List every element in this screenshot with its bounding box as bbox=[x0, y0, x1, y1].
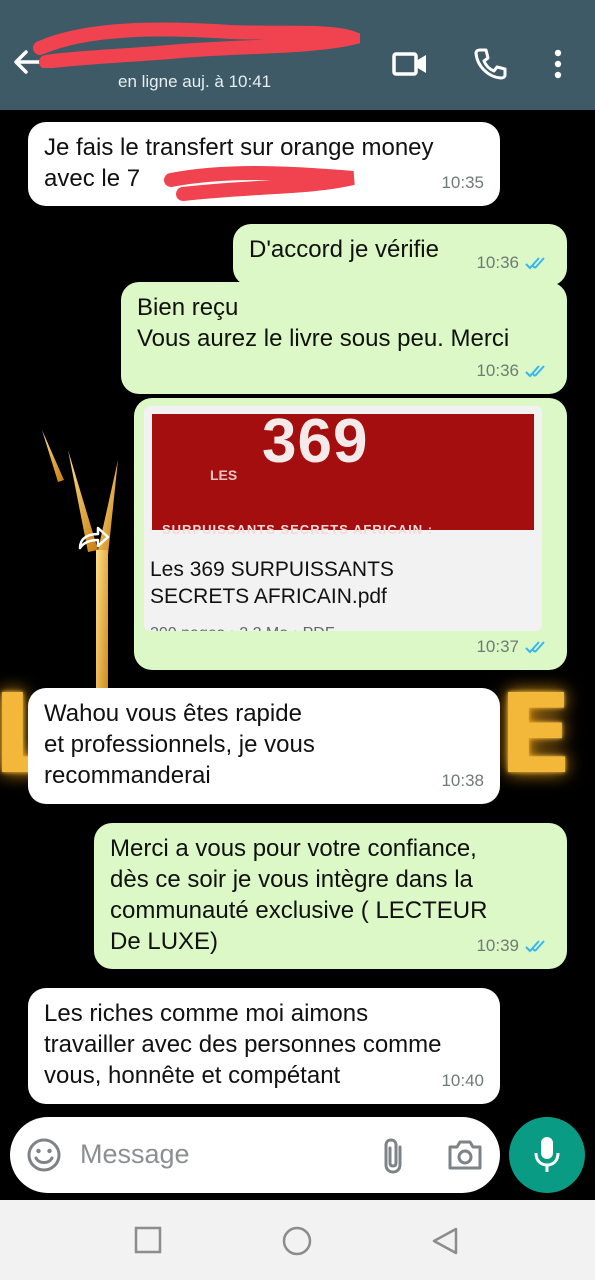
message-time: 10:38 bbox=[441, 765, 484, 796]
more-vert-icon[interactable] bbox=[536, 42, 580, 86]
message-time: 10:40 bbox=[441, 1065, 484, 1096]
message-text: Wahou vous êtes rapide et professionnels… bbox=[44, 700, 315, 789]
time-label: 10:37 bbox=[476, 637, 519, 656]
message-bubble-incoming[interactable]: Wahou vous êtes rapide et professionnels… bbox=[28, 688, 500, 804]
message-bubble-file[interactable]: LES 369 SURPUISSANTS SECRETS AFRICAIN : … bbox=[134, 398, 567, 670]
message-bubble-incoming[interactable]: Les riches comme moi aimons travailler a… bbox=[28, 988, 500, 1104]
recents-icon[interactable] bbox=[134, 1226, 162, 1254]
emoji-icon[interactable] bbox=[26, 1137, 62, 1173]
camera-icon[interactable] bbox=[446, 1137, 484, 1173]
mic-button[interactable] bbox=[509, 1117, 585, 1193]
read-ticks-icon bbox=[525, 939, 545, 952]
pdf-thumbnail: LES 369 SURPUISSANTS SECRETS AFRICAIN : bbox=[152, 407, 534, 537]
message-input-bar[interactable]: Message bbox=[10, 1117, 500, 1193]
chat-header: en ligne auj. à 10:41 bbox=[0, 0, 595, 110]
message-input[interactable]: Message bbox=[80, 1139, 190, 1170]
thumb-subtitle: SURPUISSANTS SECRETS AFRICAIN : bbox=[162, 522, 434, 537]
time-label: 10:40 bbox=[441, 1071, 484, 1090]
message-text: Bien reçu Vous aurez le livre sous peu. … bbox=[137, 294, 510, 352]
message-time: 10:36 bbox=[476, 247, 551, 278]
message-time: 10:37 bbox=[476, 631, 551, 662]
file-meta: 200 pages • 2,2 Mo • PDF bbox=[150, 618, 335, 631]
message-time: 10:36 bbox=[476, 355, 551, 386]
phone-icon[interactable] bbox=[468, 42, 512, 86]
read-ticks-icon bbox=[525, 640, 545, 653]
time-label: 10:38 bbox=[441, 771, 484, 790]
wallpaper-letter-right: E bbox=[498, 670, 574, 798]
message-time: 10:35 bbox=[441, 167, 484, 198]
back-nav-icon[interactable] bbox=[430, 1226, 460, 1256]
thumb-les: LES bbox=[210, 467, 238, 483]
time-label: 10:35 bbox=[441, 173, 484, 192]
file-name: Les 369 SURPUISSANTS SECRETS AFRICAIN.pd… bbox=[150, 558, 394, 608]
message-bubble-incoming[interactable]: Je fais le transfert sur orange money av… bbox=[28, 122, 500, 206]
message-text: Les riches comme moi aimons travailler a… bbox=[44, 1000, 442, 1089]
video-call-icon[interactable] bbox=[388, 42, 432, 86]
mic-icon bbox=[534, 1137, 560, 1172]
time-label: 10:39 bbox=[476, 936, 519, 955]
system-nav-bar bbox=[0, 1200, 595, 1280]
message-bubble-outgoing[interactable]: Merci a vous pour votre confiance, dès c… bbox=[94, 823, 567, 969]
thumb-number: 369 bbox=[262, 407, 369, 476]
time-label: 10:36 bbox=[476, 253, 519, 272]
redaction-scribble bbox=[33, 22, 360, 68]
read-ticks-icon bbox=[525, 364, 545, 377]
attach-icon[interactable] bbox=[380, 1137, 408, 1175]
pdf-attachment[interactable]: LES 369 SURPUISSANTS SECRETS AFRICAIN : … bbox=[144, 406, 542, 631]
message-bubble-outgoing[interactable]: D'accord je vérifie 10:36 bbox=[233, 224, 567, 286]
message-time: 10:39 bbox=[476, 930, 551, 961]
forward-icon[interactable] bbox=[74, 522, 114, 554]
time-label: 10:36 bbox=[476, 361, 519, 380]
home-icon[interactable] bbox=[281, 1225, 313, 1257]
message-bubble-outgoing[interactable]: Bien reçu Vous aurez le livre sous peu. … bbox=[121, 282, 567, 394]
redaction-scribble bbox=[164, 166, 355, 201]
contact-status: en ligne auj. à 10:41 bbox=[118, 72, 272, 91]
chat-area[interactable]: L E Je fais le transfert sur orange mone… bbox=[0, 110, 595, 1200]
read-ticks-icon bbox=[525, 256, 545, 269]
